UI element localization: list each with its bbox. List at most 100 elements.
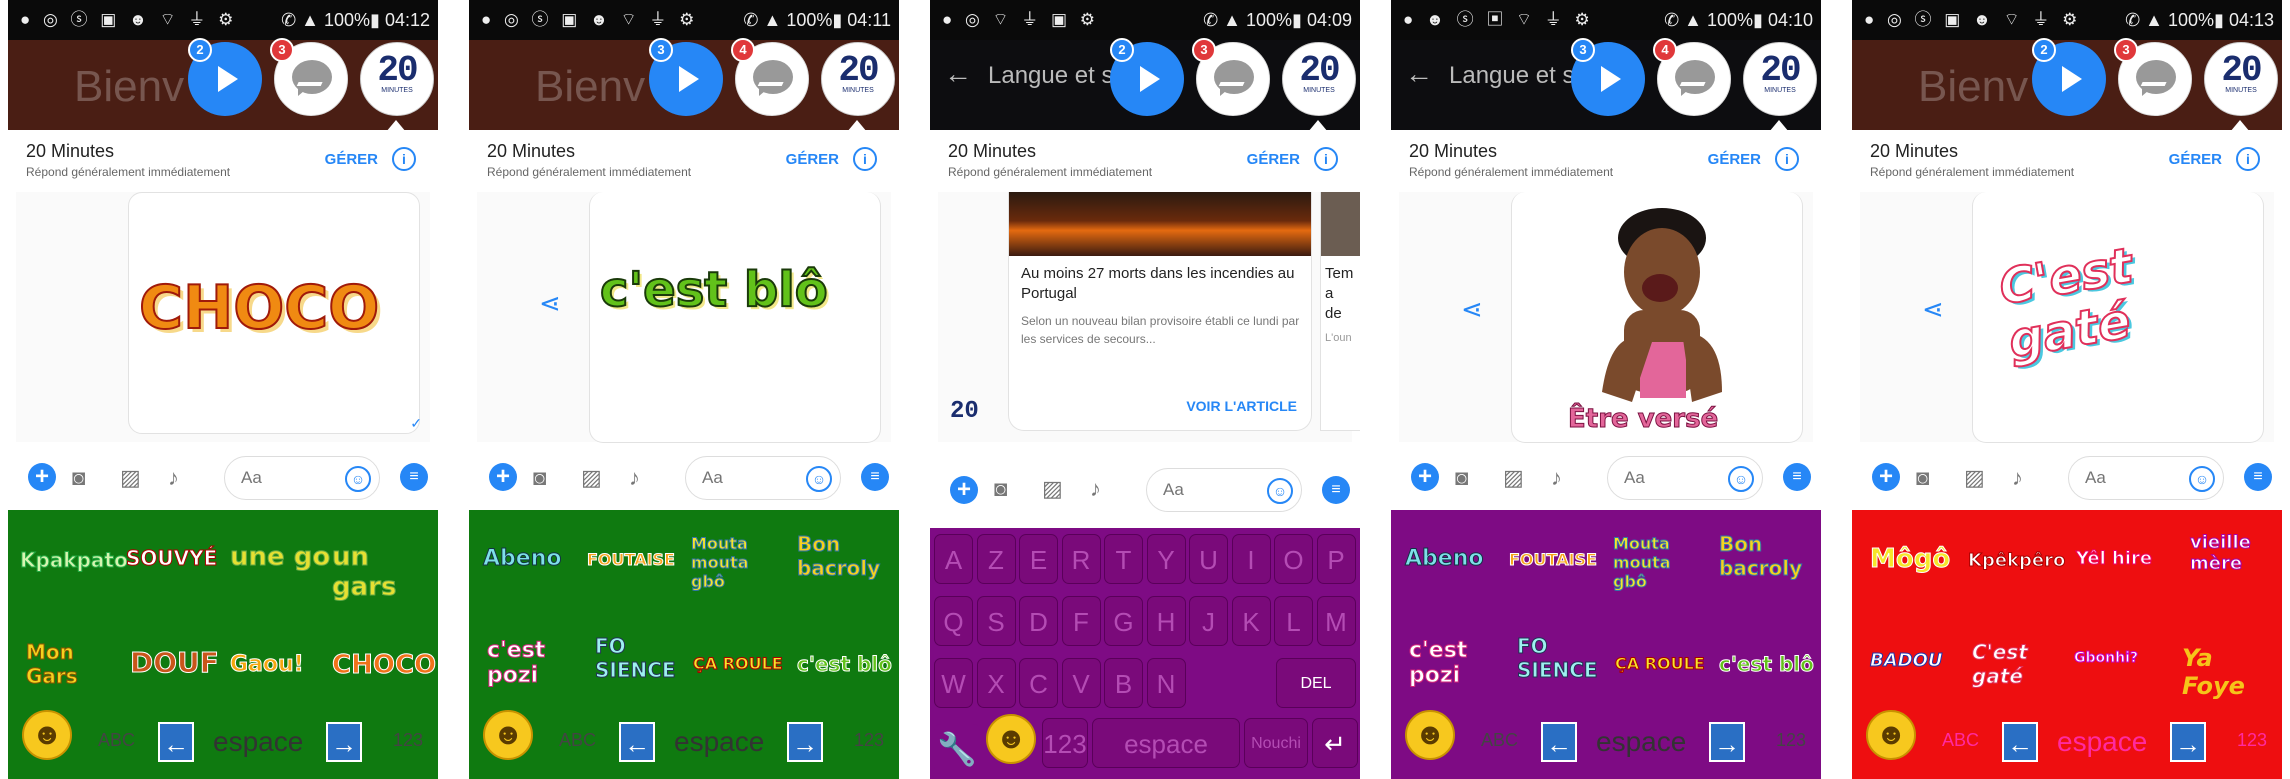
key-m[interactable]: M: [1316, 596, 1356, 646]
info-icon[interactable]: i: [392, 147, 416, 171]
info-icon[interactable]: i: [853, 147, 877, 171]
key-t[interactable]: T: [1104, 534, 1143, 584]
microphone-icon[interactable]: ♪: [1551, 465, 1562, 491]
numbers-key[interactable]: 123: [2237, 730, 2267, 751]
message-field[interactable]: ☺: [2068, 456, 2224, 500]
sticker-key[interactable]: un gars: [332, 542, 438, 603]
manage-button[interactable]: GÉRER: [1708, 151, 1761, 168]
numbers-key[interactable]: 123: [1042, 718, 1088, 768]
info-icon[interactable]: i: [1314, 147, 1338, 171]
sticker-key[interactable]: SOUVYÉ: [125, 546, 217, 571]
wrench-icon[interactable]: 🔧: [934, 724, 980, 774]
sticker-key[interactable]: Kpakpato: [20, 548, 129, 573]
camera-icon[interactable]: ◙: [1916, 465, 1929, 491]
key-a[interactable]: A: [934, 534, 973, 584]
message-input[interactable]: [239, 467, 343, 489]
view-article-button[interactable]: VOIR L'ARTICLE: [1186, 398, 1297, 414]
emoji-icon[interactable]: ☺: [2189, 466, 2215, 492]
sticker-key[interactable]: Gbonhi?: [2074, 650, 2139, 667]
info-icon[interactable]: i: [2236, 147, 2260, 171]
camera-icon[interactable]: ◙: [533, 465, 546, 491]
arrow-left-key[interactable]: ←: [1541, 722, 1577, 762]
sticker-key[interactable]: Bon bacroly: [797, 532, 887, 581]
info-icon[interactable]: i: [1775, 147, 1799, 171]
back-arrow-icon[interactable]: ←: [1405, 58, 1433, 90]
arrow-right-key[interactable]: →: [787, 722, 823, 762]
sticker-key[interactable]: C'est gaté: [1972, 640, 2032, 689]
key-b[interactable]: B: [1104, 658, 1143, 708]
numbers-key[interactable]: 123: [1776, 730, 1806, 751]
space-key[interactable]: espace: [213, 726, 303, 758]
sticker-key[interactable]: ÇA ROULE: [1615, 654, 1706, 674]
sticker-key[interactable]: FOUTAISE: [1509, 550, 1598, 570]
sticker-key[interactable]: FOUTAISE: [587, 550, 676, 570]
sticker-key[interactable]: CHOCO: [331, 650, 436, 681]
space-key[interactable]: espace: [2057, 726, 2147, 758]
menu-icon[interactable]: ≡: [861, 463, 889, 491]
emoji-key[interactable]: ☻: [483, 710, 533, 760]
sticker-message[interactable]: Être versé: [1511, 192, 1803, 443]
enter-key[interactable]: ↵: [1312, 718, 1358, 768]
menu-icon[interactable]: ≡: [1783, 463, 1811, 491]
message-input[interactable]: [2083, 467, 2187, 489]
gallery-icon[interactable]: ▨: [1503, 465, 1524, 491]
abc-key[interactable]: ABC: [98, 730, 135, 751]
plus-icon[interactable]: +: [489, 463, 517, 491]
arrow-left-key[interactable]: ←: [158, 722, 194, 762]
share-icon[interactable]: ⋖: [1922, 294, 1944, 325]
share-icon[interactable]: ⋖: [1461, 294, 1483, 325]
nouchi-key[interactable]: Nouchi: [1244, 718, 1308, 768]
key-e[interactable]: E: [1019, 534, 1058, 584]
sticker-key[interactable]: BADOU: [1870, 650, 1944, 672]
camera-icon[interactable]: ◙: [72, 465, 85, 491]
20minutes-chathead[interactable]: 20 MINUTES: [1282, 42, 1356, 116]
abc-key[interactable]: ABC: [1942, 730, 1979, 751]
arrow-right-key[interactable]: →: [2170, 722, 2206, 762]
sticker-key[interactable]: FO SIENCE: [595, 634, 677, 683]
key-w[interactable]: W: [934, 658, 973, 708]
plus-icon[interactable]: +: [1872, 463, 1900, 491]
plus-icon[interactable]: +: [950, 476, 978, 504]
key-s[interactable]: S: [976, 596, 1016, 646]
article-card[interactable]: Au moins 27 morts dans les incendies au …: [1008, 192, 1312, 431]
sticker-key[interactable]: Mon Gars: [26, 640, 86, 689]
sticker-message[interactable]: c'est blô: [589, 192, 881, 443]
sticker-key[interactable]: Yêl hire: [2075, 548, 2152, 570]
emoji-key[interactable]: ☻: [22, 710, 72, 760]
key-r[interactable]: R: [1061, 534, 1101, 584]
message-field[interactable]: ☺: [685, 456, 841, 500]
sticker-key[interactable]: Môgô: [1869, 544, 1950, 575]
sticker-message[interactable]: CHOCO: [128, 192, 420, 434]
emoji-icon[interactable]: ☺: [1728, 466, 1754, 492]
gallery-icon[interactable]: ▨: [1042, 476, 1063, 502]
key-h[interactable]: H: [1146, 596, 1186, 646]
microphone-icon[interactable]: ♪: [168, 465, 179, 491]
back-arrow-icon[interactable]: ←: [944, 58, 972, 90]
numbers-key[interactable]: 123: [854, 730, 884, 751]
arrow-right-key[interactable]: →: [1709, 722, 1745, 762]
arrow-left-key[interactable]: ←: [2002, 722, 2038, 762]
menu-icon[interactable]: ≡: [2244, 463, 2272, 491]
share-icon[interactable]: ⋖: [539, 288, 561, 319]
emoji-key[interactable]: ☻: [986, 714, 1036, 764]
20minutes-chathead[interactable]: 20 MINUTES: [360, 42, 434, 116]
key-j[interactable]: J: [1189, 596, 1228, 646]
20minutes-chathead[interactable]: 20 MINUTES: [821, 42, 895, 116]
key-p[interactable]: P: [1316, 534, 1356, 584]
manage-button[interactable]: GÉRER: [2169, 151, 2222, 168]
key-f[interactable]: F: [1061, 596, 1101, 646]
sticker-key[interactable]: Kpêkpêro: [1967, 550, 2065, 572]
microphone-icon[interactable]: ♪: [1090, 476, 1101, 502]
message-field[interactable]: ☺: [1146, 468, 1302, 512]
emoji-key[interactable]: ☻: [1866, 710, 1916, 760]
gallery-icon[interactable]: ▨: [581, 465, 602, 491]
microphone-icon[interactable]: ♪: [629, 465, 640, 491]
key-v[interactable]: V: [1061, 658, 1101, 708]
sticker-key[interactable]: c'est blô: [1719, 652, 1815, 677]
manage-button[interactable]: GÉRER: [786, 151, 839, 168]
abc-key[interactable]: ABC: [559, 730, 596, 751]
message-input[interactable]: [1161, 479, 1265, 501]
key-z[interactable]: Z: [976, 534, 1016, 584]
sticker-key[interactable]: c'est pozi: [487, 638, 557, 689]
emoji-key[interactable]: ☻: [1405, 710, 1455, 760]
